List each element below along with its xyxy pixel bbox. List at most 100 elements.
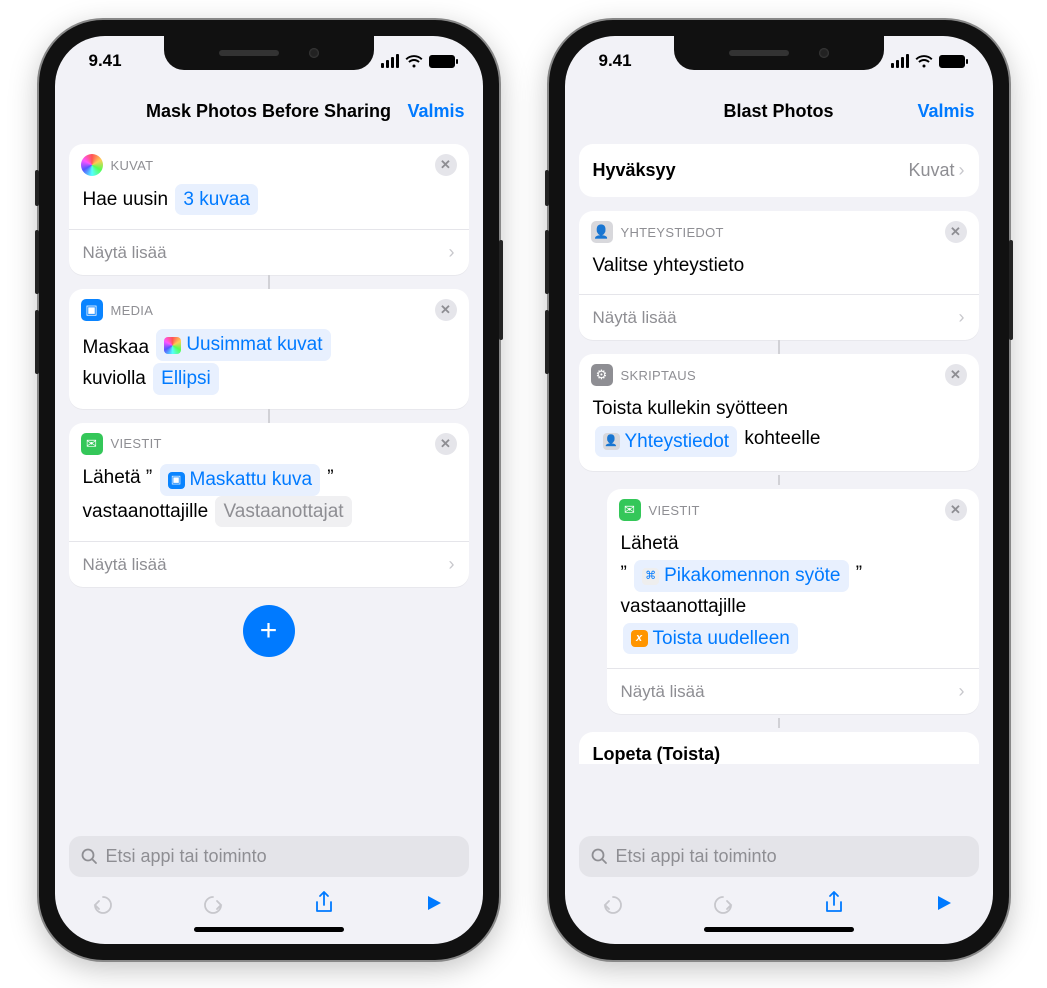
nav-bar: Mask Photos Before Sharing Valmis bbox=[55, 86, 483, 136]
accepts-key: Hyväksyy bbox=[593, 160, 676, 181]
text: ” bbox=[621, 563, 627, 584]
text: Toista kullekin syötteen bbox=[593, 398, 788, 419]
chevron-right-icon: › bbox=[959, 307, 965, 328]
status-time: 9.41 bbox=[599, 51, 632, 71]
wifi-icon bbox=[915, 55, 933, 68]
search-placeholder: Etsi appi tai toiminto bbox=[616, 846, 777, 867]
chevron-right-icon: › bbox=[449, 242, 455, 263]
search-placeholder: Etsi appi tai toiminto bbox=[106, 846, 267, 867]
text: vastaanottajille bbox=[83, 501, 209, 522]
connector bbox=[778, 340, 780, 354]
share-button[interactable] bbox=[308, 887, 340, 919]
search-icon bbox=[591, 848, 608, 865]
home-indicator[interactable] bbox=[704, 927, 854, 932]
phone-right: 9.41 Blast Photos Valmis Hyväksyy Kuvat›… bbox=[549, 20, 1009, 960]
gear-icon: ⚙ bbox=[591, 364, 613, 386]
card-label: VIESTIT bbox=[111, 436, 162, 451]
action-card-scripting[interactable]: ⚙ SKRIPTAUS ✕ Toista kullekin syötteen 👤… bbox=[579, 354, 979, 471]
mute-switch bbox=[545, 170, 549, 206]
connector bbox=[268, 275, 270, 289]
messages-icon: ✉ bbox=[81, 433, 103, 455]
search-icon bbox=[81, 848, 98, 865]
close-icon[interactable]: ✕ bbox=[435, 299, 457, 321]
action-card-contacts[interactable]: 👤 YHTEYSTIEDOT ✕ Valitse yhteystieto Näy… bbox=[579, 211, 979, 340]
undo-button[interactable] bbox=[87, 887, 119, 919]
run-button[interactable] bbox=[928, 887, 960, 919]
close-icon[interactable]: ✕ bbox=[435, 154, 457, 176]
done-button[interactable]: Valmis bbox=[917, 101, 974, 122]
close-icon[interactable]: ✕ bbox=[945, 221, 967, 243]
variable-token[interactable]: ⌘Pikakomennon syöte bbox=[634, 560, 848, 591]
messages-icon: ✉ bbox=[619, 499, 641, 521]
action-card-photos[interactable]: KUVAT ✕ Hae uusin 3 kuvaa Näytä lisää › bbox=[69, 144, 469, 275]
close-icon[interactable]: ✕ bbox=[945, 499, 967, 521]
chevron-right-icon: › bbox=[959, 681, 965, 702]
text: Lähetä ” bbox=[83, 467, 153, 488]
placeholder-token[interactable]: Vastaanottajat bbox=[215, 496, 351, 527]
show-more-button[interactable]: Näytä lisää › bbox=[607, 668, 979, 714]
action-card-messages-nested[interactable]: ✉ VIESTIT ✕ Lähetä ” ⌘Pikakomennon syöte… bbox=[607, 489, 979, 714]
param-token[interactable]: 3 kuvaa bbox=[175, 184, 258, 215]
variable-token[interactable]: xToista uudelleen bbox=[623, 623, 798, 654]
card-label: VIESTIT bbox=[649, 503, 700, 518]
home-indicator[interactable] bbox=[194, 927, 344, 932]
photos-icon bbox=[81, 154, 103, 176]
share-button[interactable] bbox=[818, 887, 850, 919]
volume-down bbox=[545, 310, 549, 374]
accepts-value: Kuvat bbox=[908, 160, 954, 181]
action-card-messages[interactable]: ✉ VIESTIT ✕ Lähetä ” ▣Maskattu kuva ” va… bbox=[69, 423, 469, 588]
undo-button[interactable] bbox=[597, 887, 629, 919]
cellular-icon bbox=[891, 54, 909, 68]
power-button bbox=[1009, 240, 1013, 340]
volume-up bbox=[35, 230, 39, 294]
phone-left: 9.41 Mask Photos Before Sharing Valmis K… bbox=[39, 20, 499, 960]
card-label: KUVAT bbox=[111, 158, 154, 173]
text: ” bbox=[856, 563, 862, 584]
wifi-icon bbox=[405, 55, 423, 68]
text: Lähetä bbox=[621, 533, 679, 554]
status-time: 9.41 bbox=[89, 51, 122, 71]
text: vastaanottajille bbox=[621, 596, 747, 617]
show-more-button[interactable]: Näytä lisää › bbox=[579, 294, 979, 340]
cellular-icon bbox=[381, 54, 399, 68]
connector bbox=[778, 718, 780, 728]
show-more-button[interactable]: Näytä lisää › bbox=[69, 541, 469, 587]
action-card-end-repeat[interactable]: Lopeta (Toista) bbox=[579, 732, 979, 764]
done-button[interactable]: Valmis bbox=[407, 101, 464, 122]
text: ” bbox=[327, 467, 333, 488]
nav-bar: Blast Photos Valmis bbox=[565, 86, 993, 136]
param-token[interactable]: Ellipsi bbox=[153, 363, 219, 394]
text: Hae uusin bbox=[83, 189, 169, 210]
text: kohteelle bbox=[744, 428, 820, 449]
run-button[interactable] bbox=[418, 887, 450, 919]
search-input[interactable]: Etsi appi tai toiminto bbox=[69, 836, 469, 877]
notch bbox=[164, 36, 374, 70]
redo-button[interactable] bbox=[707, 887, 739, 919]
mute-switch bbox=[35, 170, 39, 206]
text: Maskaa bbox=[83, 338, 150, 359]
battery-icon bbox=[429, 55, 455, 68]
text: Valitse yhteystieto bbox=[593, 255, 745, 276]
connector bbox=[268, 409, 270, 423]
volume-up bbox=[545, 230, 549, 294]
media-icon: ▣ bbox=[81, 299, 103, 321]
show-more-button[interactable]: Näytä lisää › bbox=[69, 229, 469, 275]
accepts-row[interactable]: Hyväksyy Kuvat› bbox=[579, 144, 979, 197]
card-label: YHTEYSTIEDOT bbox=[621, 225, 724, 240]
card-label: MEDIA bbox=[111, 303, 154, 318]
volume-down bbox=[35, 310, 39, 374]
redo-button[interactable] bbox=[197, 887, 229, 919]
power-button bbox=[499, 240, 503, 340]
close-icon[interactable]: ✕ bbox=[435, 433, 457, 455]
add-action-button[interactable]: + bbox=[243, 605, 295, 657]
text: kuviolla bbox=[83, 368, 146, 389]
chevron-right-icon: › bbox=[959, 160, 965, 181]
variable-token[interactable]: Uusimmat kuvat bbox=[156, 329, 330, 360]
variable-token[interactable]: ▣Maskattu kuva bbox=[160, 464, 321, 495]
action-card-media[interactable]: ▣ MEDIA ✕ Maskaa Uusimmat kuvat kuviolla… bbox=[69, 289, 469, 408]
search-input[interactable]: Etsi appi tai toiminto bbox=[579, 836, 979, 877]
variable-token[interactable]: 👤Yhteystiedot bbox=[595, 426, 738, 457]
contacts-icon: 👤 bbox=[591, 221, 613, 243]
notch bbox=[674, 36, 884, 70]
close-icon[interactable]: ✕ bbox=[945, 364, 967, 386]
